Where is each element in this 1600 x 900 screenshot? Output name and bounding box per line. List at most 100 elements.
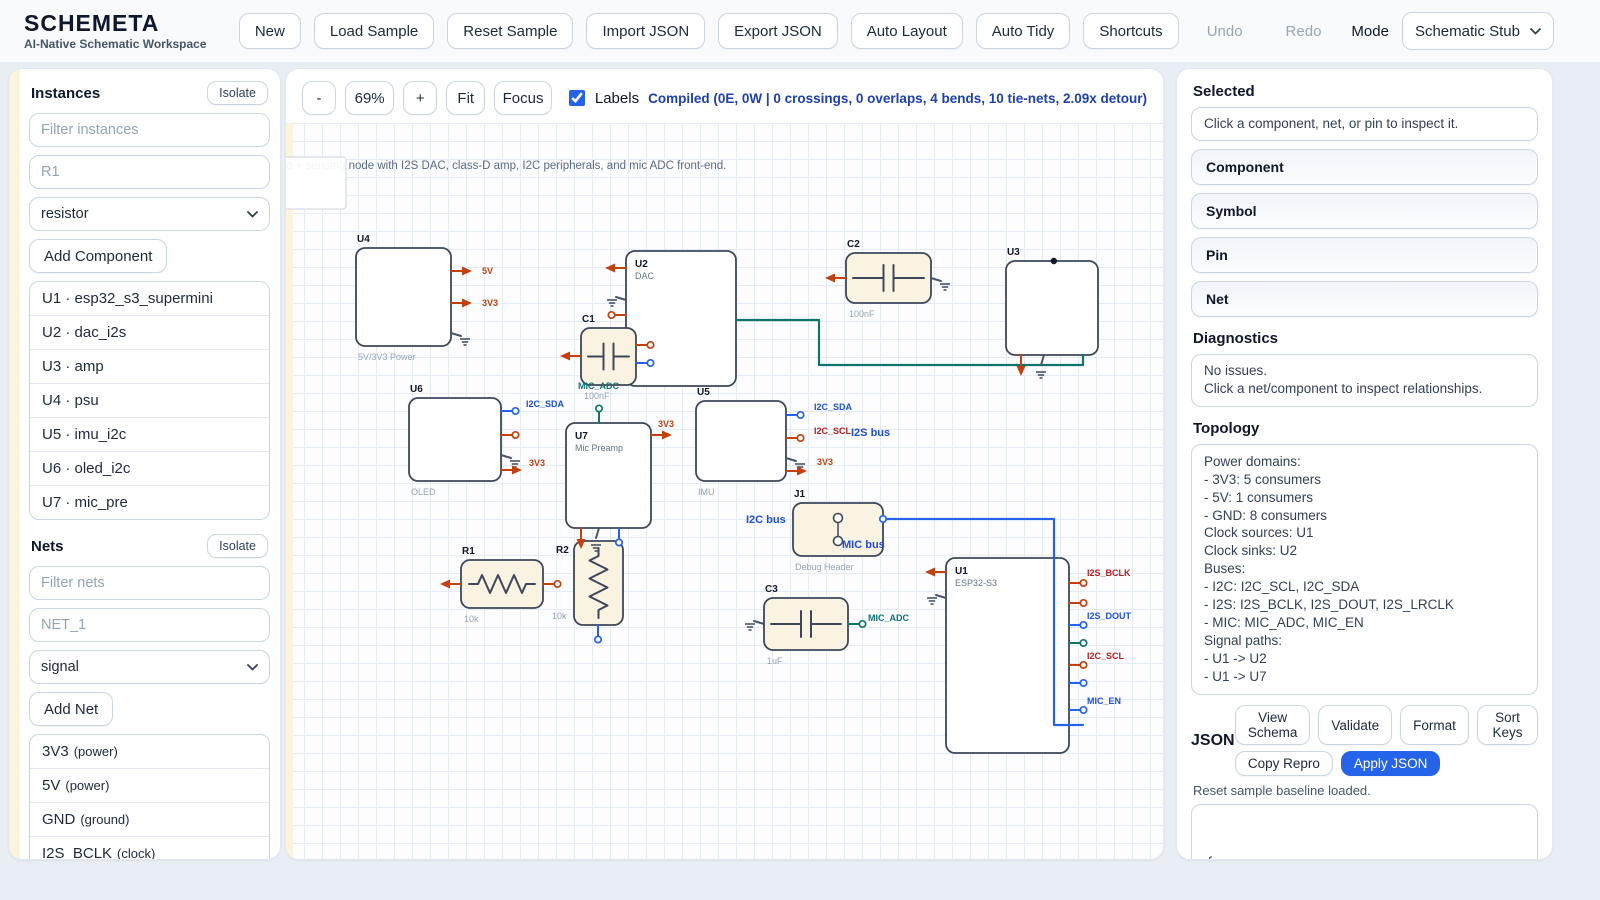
pin[interactable] (848, 621, 866, 627)
accordion-component[interactable]: Component (1191, 149, 1538, 185)
pin[interactable] (595, 625, 601, 643)
schematic-viewport[interactable]: ESP32 Smart Audio + sensing node with I2… (286, 123, 1163, 860)
load-sample-button[interactable]: Load Sample (314, 13, 434, 49)
schematic-component-C3[interactable] (764, 598, 848, 650)
undo-button[interactable]: Undo (1192, 13, 1258, 49)
pin[interactable] (880, 516, 886, 522)
pin[interactable] (786, 412, 804, 418)
reset-sample-button[interactable]: Reset Sample (447, 13, 573, 49)
net-item[interactable]: 5V(power) (30, 768, 269, 802)
schematic-component-U3[interactable] (1006, 258, 1098, 355)
pin[interactable] (608, 312, 626, 318)
accordion-symbol[interactable]: Symbol (1191, 193, 1538, 229)
mode-select[interactable]: Schematic Stub (1402, 12, 1554, 50)
net-name: GND (42, 811, 75, 828)
instances-isolate-button[interactable]: Isolate (207, 81, 268, 105)
pin[interactable] (560, 352, 581, 361)
pin[interactable] (451, 333, 470, 345)
instance-item[interactable]: U1 · esp32_s3_supermini (30, 282, 269, 315)
format-button[interactable]: Format (1400, 705, 1469, 745)
import-json-button[interactable]: Import JSON (586, 13, 705, 49)
zoom-out-button[interactable]: - (302, 81, 336, 115)
instance-item[interactable]: U3 · amp (30, 349, 269, 383)
pin[interactable] (927, 595, 946, 604)
pin[interactable] (1069, 622, 1087, 628)
pin[interactable] (607, 297, 626, 306)
pin[interactable] (651, 431, 672, 440)
pin[interactable] (451, 267, 472, 276)
pin[interactable] (1069, 662, 1087, 668)
shortcuts-button[interactable]: Shortcuts (1083, 13, 1178, 49)
instance-item[interactable]: U2 · dac_i2s (30, 315, 269, 349)
nets-list: 3V3(power) 5V(power) GND(ground) I2S_BCL… (29, 734, 270, 860)
component-ref: C2 (847, 239, 860, 250)
net-item[interactable]: I2S_BCLK(clock) (30, 836, 269, 860)
net-type-select[interactable]: signal (29, 650, 270, 684)
json-editor[interactable]: { "meta": { "title": "ESP32 Smart Audio … (1191, 804, 1538, 860)
pin[interactable] (543, 581, 561, 587)
pin[interactable] (745, 621, 764, 630)
net-name-input[interactable] (29, 608, 270, 642)
pin[interactable] (1069, 600, 1087, 606)
labels-toggle[interactable]: Labels (565, 87, 639, 109)
pin[interactable] (825, 274, 846, 283)
filter-instances-input[interactable] (29, 113, 270, 147)
pin[interactable] (931, 278, 950, 290)
schematic-component-U4[interactable] (356, 248, 451, 346)
nets-isolate-button[interactable]: Isolate (207, 534, 268, 558)
zoom-in-button[interactable]: + (403, 81, 437, 115)
instance-item[interactable]: U7 · mic_pre (30, 485, 269, 519)
pin[interactable] (925, 568, 946, 577)
filter-nets-input[interactable] (29, 566, 270, 600)
fit-button[interactable]: Fit (446, 81, 485, 115)
pin[interactable] (605, 264, 626, 273)
view-schema-button[interactable]: View Schema (1235, 705, 1311, 745)
instance-item[interactable]: U4 · psu (30, 383, 269, 417)
pin[interactable] (1069, 640, 1087, 646)
instance-item[interactable]: U6 · oled_i2c (30, 451, 269, 485)
pin[interactable] (501, 408, 519, 414)
schematic-component-C2[interactable] (846, 253, 931, 303)
schematic-svg[interactable]: ESP32 Smart Audio + sensing node with I2… (286, 123, 1163, 860)
add-component-button[interactable]: Add Component (29, 239, 167, 273)
new-button[interactable]: New (239, 13, 301, 49)
labels-checkbox[interactable] (569, 90, 585, 106)
pin[interactable] (596, 405, 602, 423)
pin[interactable] (1069, 680, 1087, 686)
apply-json-button[interactable]: Apply JSON (1341, 751, 1441, 776)
pin[interactable] (1036, 355, 1046, 378)
export-json-button[interactable]: Export JSON (718, 13, 838, 49)
pin[interactable] (616, 528, 622, 546)
schematic-component-U5[interactable] (696, 401, 786, 481)
sort-keys-button[interactable]: Sort Keys (1477, 705, 1538, 745)
schematic-component-R2[interactable] (574, 541, 623, 625)
pin[interactable] (1069, 580, 1087, 586)
net-item[interactable]: GND(ground) (30, 802, 269, 836)
pin[interactable] (786, 435, 804, 441)
auto-tidy-button[interactable]: Auto Tidy (976, 13, 1071, 49)
schematic-component-U6[interactable] (409, 398, 501, 481)
pin[interactable] (1069, 707, 1087, 713)
pin[interactable] (501, 432, 519, 438)
accordion-pin[interactable]: Pin (1191, 237, 1538, 273)
pin[interactable] (786, 467, 807, 476)
validate-button[interactable]: Validate (1318, 705, 1392, 745)
add-net-button[interactable]: Add Net (29, 692, 113, 726)
pin[interactable] (440, 580, 461, 589)
component-ref-input[interactable] (29, 155, 270, 189)
pin[interactable] (451, 299, 472, 308)
component-type-select[interactable]: resistor (29, 197, 270, 231)
schematic-component-R1[interactable] (461, 560, 543, 608)
schematic-component-C1[interactable] (581, 328, 636, 385)
copy-repro-button[interactable]: Copy Repro (1235, 751, 1333, 776)
focus-button[interactable]: Focus (494, 81, 552, 115)
instance-item[interactable]: U5 · imu_i2c (30, 417, 269, 451)
redo-button[interactable]: Redo (1271, 13, 1337, 49)
pin[interactable] (501, 466, 522, 475)
net-item[interactable]: 3V3(power) (30, 735, 269, 768)
auto-layout-button[interactable]: Auto Layout (851, 13, 963, 49)
accordion-net[interactable]: Net (1191, 281, 1538, 317)
zoom-level-button[interactable]: 69% (345, 81, 394, 115)
pin[interactable] (786, 458, 805, 470)
pin[interactable] (501, 455, 520, 467)
